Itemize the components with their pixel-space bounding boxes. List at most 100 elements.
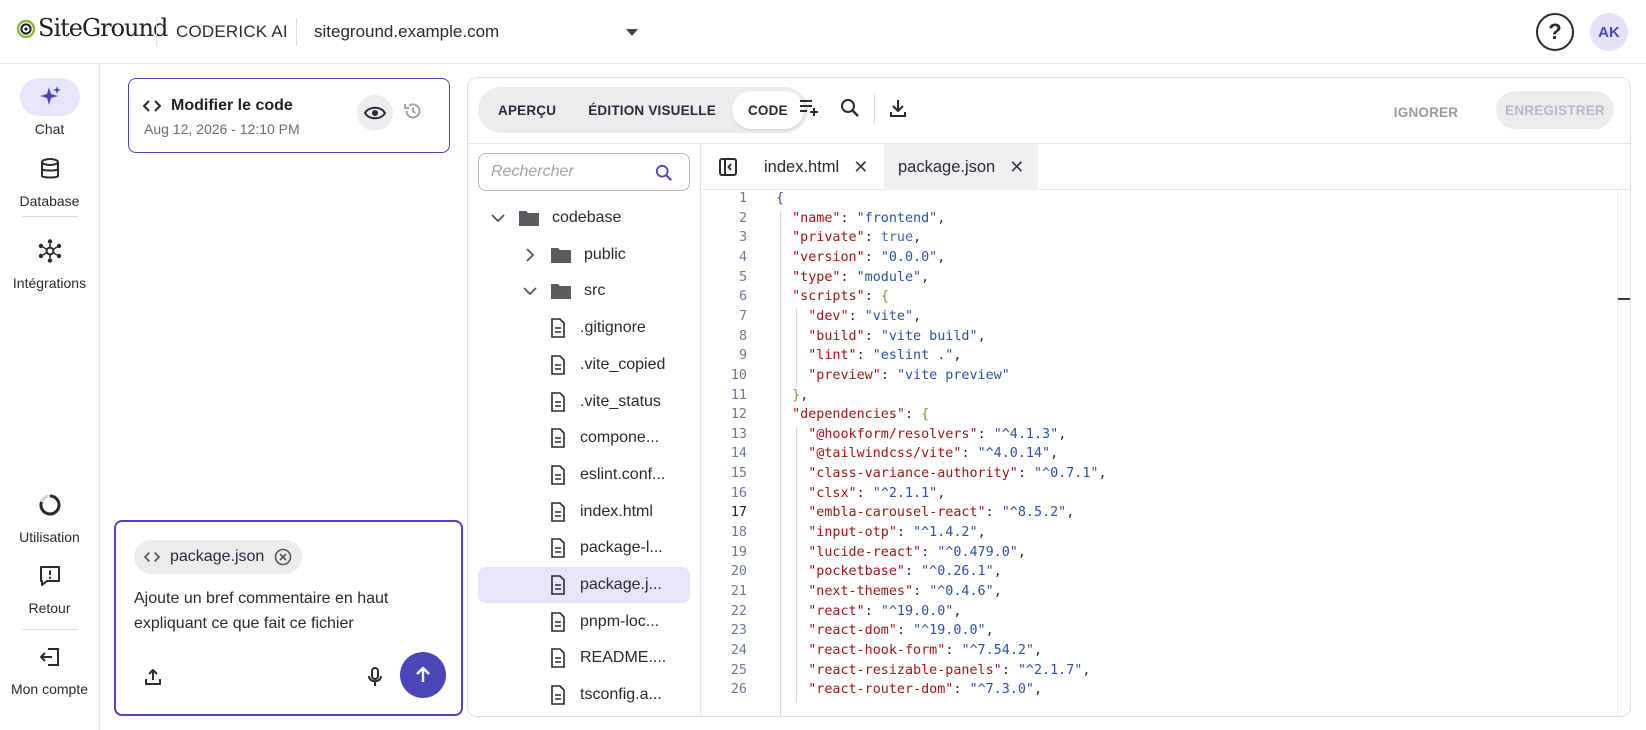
file-search-input[interactable]: Rechercher	[478, 153, 690, 191]
code-pane: index.html ✕ package.json ✕ 1 {2 "name": …	[702, 144, 1630, 716]
tree-folder[interactable]: src	[478, 273, 690, 309]
tab-preview[interactable]: APERÇU	[482, 91, 572, 129]
code-token: "^0.7.1"	[1033, 466, 1099, 482]
search-button[interactable]	[840, 98, 860, 118]
code-token: "version"	[792, 249, 865, 265]
tree-file[interactable]: .gitignore	[478, 310, 690, 346]
code-token: "^0.26.1"	[921, 564, 994, 580]
send-button[interactable]	[400, 652, 446, 698]
add-file-button[interactable]	[798, 98, 820, 118]
tree-item-label: .gitignore	[580, 319, 646, 337]
tree-file[interactable]: tsconfig.a...	[478, 677, 690, 713]
code-token: :	[905, 407, 922, 423]
tree-folder[interactable]: public	[478, 237, 690, 273]
code-token: "^1.4.2"	[913, 525, 978, 541]
chevron-down-icon[interactable]	[490, 213, 506, 223]
nav-item-database[interactable]: Database	[0, 150, 99, 211]
code-token: :	[840, 269, 857, 285]
siteground-logo[interactable]: SiteGround	[16, 14, 168, 42]
code-token: "input-otp"	[808, 525, 897, 541]
code-token: "next-themes"	[808, 584, 914, 599]
nav-item-usage[interactable]: Utilisation	[0, 486, 99, 547]
nav-item-account[interactable]: Mon compte	[0, 638, 99, 699]
download-button[interactable]	[888, 98, 908, 118]
code-token: ,	[913, 308, 922, 324]
code-token: ,	[1058, 426, 1067, 442]
tree-file[interactable]: .vite_status	[478, 384, 690, 420]
tree-file[interactable]: .vite_copied	[478, 347, 690, 383]
code-token: "^7.3.0"	[969, 682, 1035, 698]
tree-file[interactable]: package-l...	[478, 530, 690, 566]
indent-guide	[780, 210, 781, 716]
code-token: ,	[937, 249, 946, 265]
folder-icon	[518, 209, 540, 227]
file-tab-active[interactable]: package.json ✕	[884, 144, 1039, 190]
upload-icon	[145, 669, 161, 685]
tree-file[interactable]: index.html	[478, 494, 690, 530]
code-line: "class-variance-authority": "^0.7.1",	[776, 466, 1106, 482]
toggle-sidebar-button[interactable]	[718, 157, 738, 177]
code-token: "^2.1.7"	[1017, 662, 1083, 678]
chevron-right-icon[interactable]	[522, 248, 538, 262]
tree-file[interactable]: package.j...	[478, 567, 690, 603]
tree-file[interactable]: pnpm-loc...	[478, 604, 690, 640]
preview-button[interactable]	[357, 95, 393, 131]
chevron-down-icon[interactable]	[522, 286, 538, 296]
tree-item-label: eslint.conf...	[580, 465, 666, 483]
arrow-up-icon	[416, 666, 430, 682]
nav-divider	[22, 216, 78, 217]
sidebar-toggle-icon	[719, 158, 737, 176]
code-line: "scripts": {	[776, 289, 889, 304]
code-token: {	[880, 289, 889, 305]
remove-attachment-icon[interactable]	[274, 548, 292, 566]
nav-item-chat[interactable]: Chat	[0, 78, 99, 139]
user-avatar[interactable]: AK	[1590, 13, 1628, 51]
close-icon[interactable]: ✕	[1009, 157, 1024, 178]
restore-button[interactable]	[403, 101, 423, 121]
code-token: :	[896, 623, 914, 639]
line-number: 15	[730, 466, 747, 482]
download-icon	[890, 100, 906, 117]
usage-ring-icon	[20, 486, 80, 524]
nav-item-integrations[interactable]: Intégrations	[0, 232, 99, 293]
site-selector[interactable]: siteground.example.com	[314, 14, 644, 50]
code-line: "dev": "vite",	[776, 309, 921, 324]
tab-visual-edit[interactable]: ÉDITION VISUELLE	[572, 91, 732, 129]
chat-composer[interactable]: package.json Ajoute un bref commentaire …	[114, 520, 463, 716]
tree-file[interactable]: compone...	[478, 420, 690, 456]
nav-item-feedback[interactable]: Retour	[0, 557, 99, 618]
attachment-chip[interactable]: package.json	[134, 540, 303, 574]
tree-file[interactable]: eslint.conf...	[478, 457, 690, 493]
indent-guide	[796, 308, 797, 388]
edit-history-card[interactable]: Modifier le code Aug 12, 2026 - 12:10 PM	[128, 78, 450, 153]
tree-file[interactable]: README....	[478, 640, 690, 676]
microphone-icon	[368, 667, 382, 686]
prompt-input[interactable]: Ajoute un bref commentaire en haut expli…	[134, 586, 444, 636]
code-token: :	[864, 328, 881, 344]
tab-code[interactable]: CODE	[731, 91, 804, 129]
code-token: ,	[800, 387, 809, 403]
close-icon[interactable]: ✕	[853, 157, 868, 178]
code-token: "react-resizable-panels"	[808, 662, 1002, 678]
code-token: ,	[1050, 446, 1059, 462]
code-scrollbar[interactable]	[1617, 190, 1630, 716]
save-button[interactable]: ENREGISTRER	[1496, 91, 1614, 129]
microphone-button[interactable]	[366, 666, 384, 688]
line-number: 17	[730, 505, 747, 521]
code-line: "@tailwindcss/vite": "^4.0.14",	[776, 446, 1058, 461]
upload-button[interactable]	[144, 668, 162, 686]
code-token: :	[905, 564, 922, 580]
code-token: :	[848, 308, 865, 324]
help-button[interactable]: ?	[1536, 13, 1574, 51]
code-editor[interactable]: 1 {2 "name": "frontend", 3 "private": true…	[702, 190, 1617, 716]
code-token: {	[921, 407, 930, 423]
code-token: ,	[1017, 544, 1026, 560]
tree-folder[interactable]: codebase	[478, 200, 690, 236]
ignore-button[interactable]: IGNORER	[1383, 97, 1469, 127]
file-tab[interactable]: index.html ✕	[750, 144, 882, 190]
code-token: "dev"	[808, 308, 849, 324]
tree-item-label: codebase	[552, 209, 622, 226]
code-token: "lucide-react"	[808, 544, 922, 560]
